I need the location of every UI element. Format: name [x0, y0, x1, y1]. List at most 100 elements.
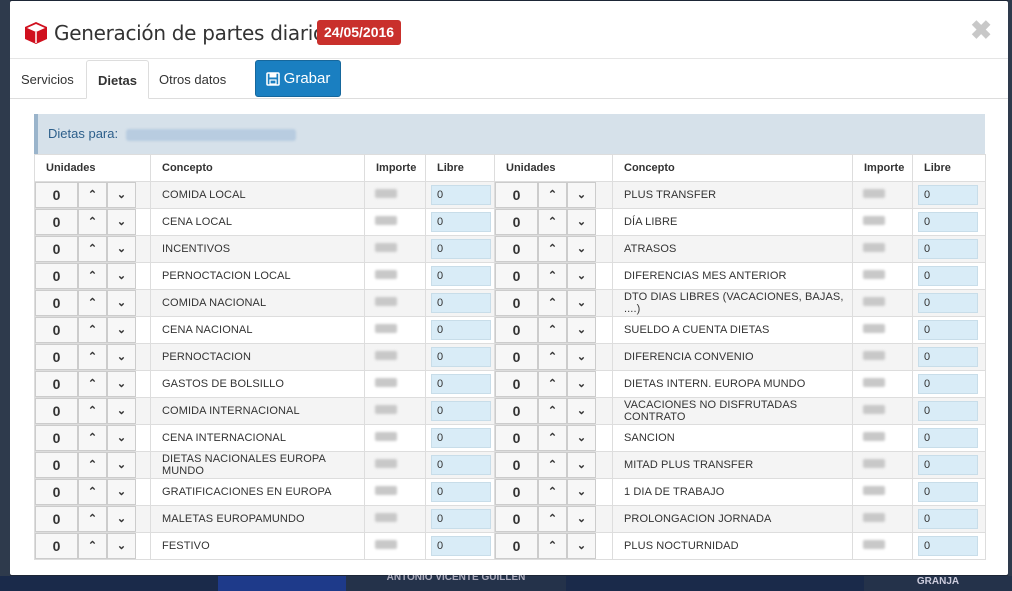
chevron-down-icon[interactable]: ⌄	[107, 344, 136, 370]
chevron-up-icon[interactable]: ⌃	[78, 533, 107, 559]
chevron-down-icon[interactable]: ⌄	[567, 290, 596, 316]
chevron-up-icon[interactable]: ⌃	[538, 290, 567, 316]
chevron-down-icon[interactable]: ⌄	[107, 533, 136, 559]
libre-input[interactable]: 0	[918, 401, 978, 421]
chevron-up-icon[interactable]: ⌃	[78, 425, 107, 451]
libre-input[interactable]: 0	[431, 212, 491, 232]
libre-input[interactable]: 0	[918, 212, 978, 232]
libre-input[interactable]: 0	[431, 185, 491, 205]
libre-input[interactable]: 0	[918, 347, 978, 367]
units-value[interactable]: 0	[35, 506, 78, 532]
tab-otros-datos[interactable]: Otros datos	[148, 60, 237, 99]
chevron-up-icon[interactable]: ⌃	[78, 479, 107, 505]
libre-input[interactable]: 0	[918, 239, 978, 259]
libre-input[interactable]: 0	[918, 293, 978, 313]
chevron-down-icon[interactable]: ⌄	[567, 317, 596, 343]
libre-input[interactable]: 0	[431, 509, 491, 529]
units-value[interactable]: 0	[495, 452, 538, 478]
units-value[interactable]: 0	[35, 263, 78, 289]
chevron-down-icon[interactable]: ⌄	[107, 317, 136, 343]
units-value[interactable]: 0	[35, 533, 78, 559]
libre-input[interactable]: 0	[918, 266, 978, 286]
chevron-up-icon[interactable]: ⌃	[538, 317, 567, 343]
chevron-down-icon[interactable]: ⌄	[107, 209, 136, 235]
units-value[interactable]: 0	[35, 209, 78, 235]
chevron-down-icon[interactable]: ⌄	[107, 452, 136, 478]
units-value[interactable]: 0	[35, 452, 78, 478]
units-value[interactable]: 0	[495, 263, 538, 289]
libre-input[interactable]: 0	[431, 536, 491, 556]
units-value[interactable]: 0	[495, 290, 538, 316]
units-value[interactable]: 0	[35, 317, 78, 343]
tab-dietas[interactable]: Dietas	[86, 60, 150, 99]
units-value[interactable]: 0	[495, 425, 538, 451]
chevron-down-icon[interactable]: ⌄	[567, 236, 596, 262]
chevron-up-icon[interactable]: ⌃	[78, 344, 107, 370]
libre-input[interactable]: 0	[918, 374, 978, 394]
chevron-down-icon[interactable]: ⌄	[567, 371, 596, 397]
libre-input[interactable]: 0	[918, 185, 978, 205]
chevron-down-icon[interactable]: ⌄	[107, 371, 136, 397]
units-value[interactable]: 0	[495, 182, 538, 208]
chevron-down-icon[interactable]: ⌄	[567, 479, 596, 505]
libre-input[interactable]: 0	[918, 482, 978, 502]
units-value[interactable]: 0	[495, 398, 538, 424]
libre-input[interactable]: 0	[431, 320, 491, 340]
libre-input[interactable]: 0	[431, 266, 491, 286]
chevron-up-icon[interactable]: ⌃	[78, 506, 107, 532]
units-value[interactable]: 0	[495, 344, 538, 370]
units-value[interactable]: 0	[35, 398, 78, 424]
units-value[interactable]: 0	[495, 209, 538, 235]
chevron-down-icon[interactable]: ⌄	[107, 425, 136, 451]
chevron-down-icon[interactable]: ⌄	[567, 344, 596, 370]
chevron-down-icon[interactable]: ⌄	[567, 533, 596, 559]
tab-servicios[interactable]: Servicios	[10, 60, 85, 99]
chevron-down-icon[interactable]: ⌄	[107, 290, 136, 316]
units-value[interactable]: 0	[495, 506, 538, 532]
units-value[interactable]: 0	[35, 371, 78, 397]
chevron-up-icon[interactable]: ⌃	[78, 371, 107, 397]
units-value[interactable]: 0	[495, 236, 538, 262]
units-value[interactable]: 0	[495, 479, 538, 505]
chevron-up-icon[interactable]: ⌃	[538, 533, 567, 559]
chevron-up-icon[interactable]: ⌃	[538, 479, 567, 505]
chevron-down-icon[interactable]: ⌄	[567, 398, 596, 424]
units-value[interactable]: 0	[35, 344, 78, 370]
chevron-down-icon[interactable]: ⌄	[567, 452, 596, 478]
libre-input[interactable]: 0	[918, 455, 978, 475]
libre-input[interactable]: 0	[431, 347, 491, 367]
units-value[interactable]: 0	[35, 425, 78, 451]
chevron-up-icon[interactable]: ⌃	[538, 263, 567, 289]
chevron-down-icon[interactable]: ⌄	[107, 263, 136, 289]
chevron-up-icon[interactable]: ⌃	[538, 506, 567, 532]
chevron-up-icon[interactable]: ⌃	[78, 209, 107, 235]
chevron-up-icon[interactable]: ⌃	[538, 236, 567, 262]
chevron-up-icon[interactable]: ⌃	[538, 425, 567, 451]
chevron-up-icon[interactable]: ⌃	[538, 371, 567, 397]
libre-input[interactable]: 0	[431, 401, 491, 421]
chevron-up-icon[interactable]: ⌃	[78, 452, 107, 478]
chevron-up-icon[interactable]: ⌃	[538, 344, 567, 370]
chevron-up-icon[interactable]: ⌃	[78, 398, 107, 424]
chevron-up-icon[interactable]: ⌃	[538, 209, 567, 235]
libre-input[interactable]: 0	[431, 239, 491, 259]
libre-input[interactable]: 0	[431, 455, 491, 475]
chevron-down-icon[interactable]: ⌄	[107, 398, 136, 424]
chevron-down-icon[interactable]: ⌄	[107, 182, 136, 208]
save-button[interactable]: Grabar	[255, 60, 341, 97]
units-value[interactable]: 0	[35, 290, 78, 316]
chevron-up-icon[interactable]: ⌃	[538, 182, 567, 208]
units-value[interactable]: 0	[35, 236, 78, 262]
libre-input[interactable]: 0	[431, 293, 491, 313]
libre-input[interactable]: 0	[431, 428, 491, 448]
chevron-down-icon[interactable]: ⌄	[567, 506, 596, 532]
chevron-up-icon[interactable]: ⌃	[78, 263, 107, 289]
chevron-up-icon[interactable]: ⌃	[538, 452, 567, 478]
chevron-up-icon[interactable]: ⌃	[538, 398, 567, 424]
chevron-up-icon[interactable]: ⌃	[78, 182, 107, 208]
libre-input[interactable]: 0	[918, 428, 978, 448]
chevron-down-icon[interactable]: ⌄	[567, 263, 596, 289]
chevron-down-icon[interactable]: ⌄	[107, 236, 136, 262]
chevron-up-icon[interactable]: ⌃	[78, 236, 107, 262]
units-value[interactable]: 0	[495, 317, 538, 343]
